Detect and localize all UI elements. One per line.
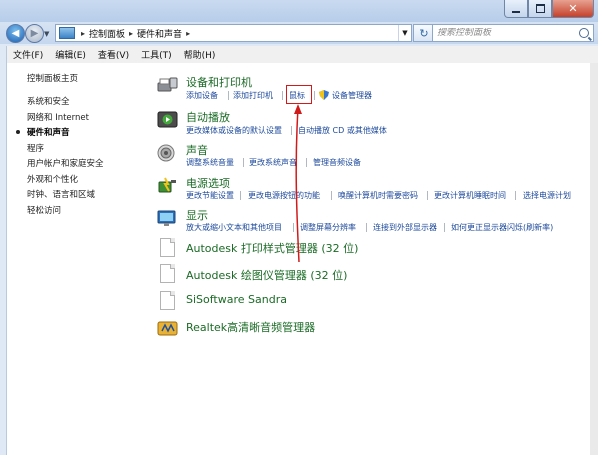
sidebar-item-system-security[interactable]: 系统和安全 [27,95,70,107]
link-separator [314,91,315,100]
display-icon [157,210,176,226]
link-manage-audio-devices[interactable]: 管理音频设备 [313,157,361,168]
close-button[interactable]: ✕ [552,0,594,18]
window-controls: ✕ [504,0,594,18]
sidebar-item-user-accounts[interactable]: 用户帐户和家庭安全 [27,157,104,169]
category-power-options[interactable]: 电源选项 [186,175,230,191]
search-box[interactable] [432,24,594,42]
category-sound[interactable]: 声音 [186,142,208,158]
search-input[interactable] [433,28,580,38]
sidebar-item-network-internet[interactable]: 网络和 Internet [27,111,89,123]
sidebar-item-appearance[interactable]: 外观和个性化 [27,173,78,185]
link-separator [282,91,283,100]
link-separator [228,91,229,100]
link-separator [366,223,367,232]
window-titlebar[interactable]: ✕ [0,0,598,22]
sidebar-item-hardware-sound[interactable]: 硬件和声音 [27,126,70,138]
category-autoplay[interactable]: 自动播放 [186,109,230,125]
document-icon [160,264,175,283]
link-sleep-time[interactable]: 更改计算机睡眠时间 [434,190,506,201]
menu-view[interactable]: 查看(V) [92,48,135,61]
category-display[interactable]: 显示 [186,207,208,223]
link-separator [293,223,294,232]
back-button[interactable]: ◀ [6,24,25,43]
menu-tools[interactable]: 工具(T) [135,48,178,61]
link-add-printer[interactable]: 添加打印机 [233,90,273,101]
sidebar-item-clock-language[interactable]: 时钟、语言和区域 [27,188,95,200]
refresh-icon: ↻ [419,26,429,40]
menu-help[interactable]: 帮助(H) [178,48,222,61]
link-separator [240,191,241,200]
chevron-right-icon[interactable]: ▸ [81,29,85,38]
minimize-icon [512,10,520,13]
link-monitor-flicker[interactable]: 如何更正显示器闪烁(刷新率) [451,222,553,233]
document-icon [160,238,175,257]
program-sisoftware-sandra[interactable]: SiSoftware Sandra [186,293,287,306]
link-adjust-volume[interactable]: 调整系统音量 [186,157,234,168]
chevron-right-icon[interactable]: ▸ [129,29,133,38]
arrow-right-icon: ▶ [30,28,39,39]
link-change-media-defaults[interactable]: 更改媒体或设备的默认设置 [186,125,282,136]
arrow-left-icon: ◀ [11,28,20,39]
breadcrumb-hardware-sound[interactable]: 硬件和声音 [137,27,182,40]
power-icon [158,177,176,193]
link-separator [331,191,332,200]
document-icon [160,291,175,310]
link-separator [291,126,292,135]
search-icon[interactable] [579,28,589,38]
main-content: 设备和打印机 添加设备 添加打印机 鼠标 设备管理器 自动播放 更改媒体或设备的… [143,63,590,455]
link-power-plan[interactable]: 选择电源计划 [523,190,571,201]
program-realtek-audio[interactable]: Realtek高清晰音频管理器 [186,319,315,335]
navigation-bar: ◀ ▶ ▼ ▸ 控制面板 ▸ 硬件和声音 ▸ ▼ ↻ [0,22,598,44]
sidebar-item-ease-of-access[interactable]: 轻松访问 [27,204,61,216]
link-change-sounds[interactable]: 更改系统声音 [249,157,297,168]
chevron-down-icon[interactable]: ▼ [398,25,411,41]
realtek-audio-icon [157,321,178,336]
link-device-manager[interactable]: 设备管理器 [332,90,372,101]
link-screen-resolution[interactable]: 调整屏幕分辨率 [300,222,356,233]
link-change-power-saving[interactable]: 更改节能设置 [186,190,234,201]
program-autodesk-plotter[interactable]: Autodesk 绘图仪管理器 (32 位) [186,267,347,283]
speaker-icon [157,144,175,162]
breadcrumb-control-panel[interactable]: 控制面板 [89,27,125,40]
maximize-button[interactable] [528,0,552,18]
maximize-icon [535,4,545,13]
link-autoplay-cd[interactable]: 自动播放 CD 或其他媒体 [298,125,387,136]
link-separator [444,223,445,232]
link-wakeup-password[interactable]: 唤醒计算机时需要密码 [338,190,418,201]
link-external-display[interactable]: 连接到外部显示器 [373,222,437,233]
category-devices-printers[interactable]: 设备和打印机 [186,74,252,90]
close-icon: ✕ [568,2,578,15]
link-separator [427,191,428,200]
sidebar-item-control-panel-home[interactable]: 控制面板主页 [27,72,78,84]
link-add-device[interactable]: 添加设备 [186,90,218,101]
printer-icon [157,77,178,92]
forward-button[interactable]: ▶ [25,24,44,43]
shield-icon [319,90,329,100]
chevron-right-icon[interactable]: ▸ [186,29,190,38]
sidebar: 控制面板主页 系统和安全 网络和 Internet 硬件和声音 程序 用户帐户和… [6,63,144,455]
link-power-button-function[interactable]: 更改电源按钮的功能 [248,190,320,201]
active-bullet-icon [16,130,20,134]
link-separator [243,158,244,167]
highlight-box [286,85,312,104]
menu-file[interactable]: 文件(F) [7,48,49,61]
menu-bar: 文件(F) 编辑(E) 查看(V) 工具(T) 帮助(H) [6,46,598,63]
link-separator [306,158,307,167]
vertical-scrollbar[interactable] [590,63,598,455]
menu-edit[interactable]: 编辑(E) [49,48,92,61]
link-separator [515,191,516,200]
minimize-button[interactable] [504,0,528,18]
address-bar[interactable]: ▸ 控制面板 ▸ 硬件和声音 ▸ ▼ [55,24,412,42]
control-panel-icon [59,27,75,39]
sidebar-item-programs[interactable]: 程序 [27,142,44,154]
history-dropdown-icon[interactable]: ▼ [44,30,49,38]
link-zoom-text[interactable]: 放大或缩小文本和其他项目 [186,222,282,233]
program-autodesk-plot-style[interactable]: Autodesk 打印样式管理器 (32 位) [186,240,358,256]
autoplay-icon [157,111,178,128]
